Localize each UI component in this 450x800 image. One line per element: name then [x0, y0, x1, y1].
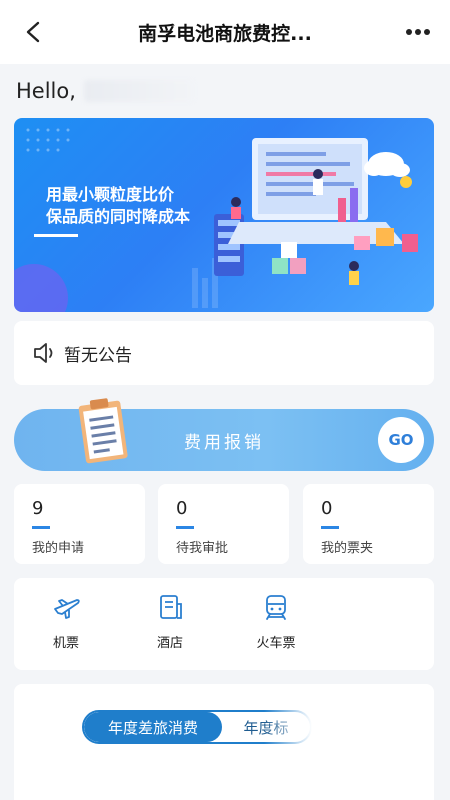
back-button[interactable] [16, 14, 52, 50]
stat-label: 我的申请 [32, 541, 85, 556]
annual-stats-card: 年度差旅消费 年度标 [14, 684, 434, 800]
banner-headline: 用最小颗粒度比价 保品质的同时降成本 [46, 184, 190, 228]
banner-underline [34, 234, 78, 237]
train-entry[interactable]: 火车票 [236, 592, 316, 656]
more-dots-icon [406, 29, 430, 35]
promo-banner[interactable]: 用最小颗粒度比价 保品质的同时降成本 [14, 118, 434, 312]
stat-label: 待我审批 [176, 541, 229, 556]
greeting: Hello, [16, 76, 194, 106]
clipboard-icon [78, 398, 128, 464]
expense-label: 费用报销 [184, 432, 264, 453]
hotel-entry[interactable]: 酒店 [130, 592, 210, 656]
stat-underline [321, 526, 339, 529]
stat-value: 9 [32, 498, 44, 519]
top-nav-bar: 南孚电池商旅费控... [0, 0, 450, 64]
chevron-left-icon [26, 21, 40, 43]
banner-line-1: 用最小颗粒度比价 [46, 185, 175, 204]
page-title: 南孚电池商旅费控... [138, 22, 312, 45]
tab-fade-overlay [264, 704, 324, 752]
quick-entry-card: 机票 酒店 火车票 [14, 578, 434, 670]
flight-entry[interactable]: 机票 [26, 592, 106, 656]
more-button[interactable] [400, 18, 436, 46]
user-name-blurred [83, 80, 194, 102]
stat-value: 0 [176, 498, 188, 519]
plane-icon [54, 599, 80, 619]
quick-label: 机票 [52, 636, 79, 651]
tab-annual-travel-spend[interactable]: 年度差旅消费 [84, 712, 222, 742]
hotel-icon [160, 595, 182, 619]
stat-my-applications[interactable]: 9 我的申请 [14, 484, 145, 564]
train-icon [266, 595, 286, 620]
stat-underline [32, 526, 50, 529]
stat-underline [176, 526, 194, 529]
notice-text: 暂无公告 [64, 345, 132, 366]
notice-card[interactable]: 暂无公告 [14, 321, 434, 385]
go-button[interactable]: GO [378, 417, 424, 463]
greeting-text: Hello, [16, 79, 76, 103]
stat-value: 0 [321, 498, 333, 519]
speaker-icon [34, 343, 53, 363]
stat-my-tickets[interactable]: 0 我的票夹 [303, 484, 434, 564]
banner-line-2: 保品质的同时降成本 [46, 207, 191, 226]
stat-pending-approval[interactable]: 0 待我审批 [158, 484, 289, 564]
quick-label: 火车票 [256, 636, 296, 651]
stat-label: 我的票夹 [321, 541, 374, 556]
quick-label: 酒店 [156, 636, 183, 651]
